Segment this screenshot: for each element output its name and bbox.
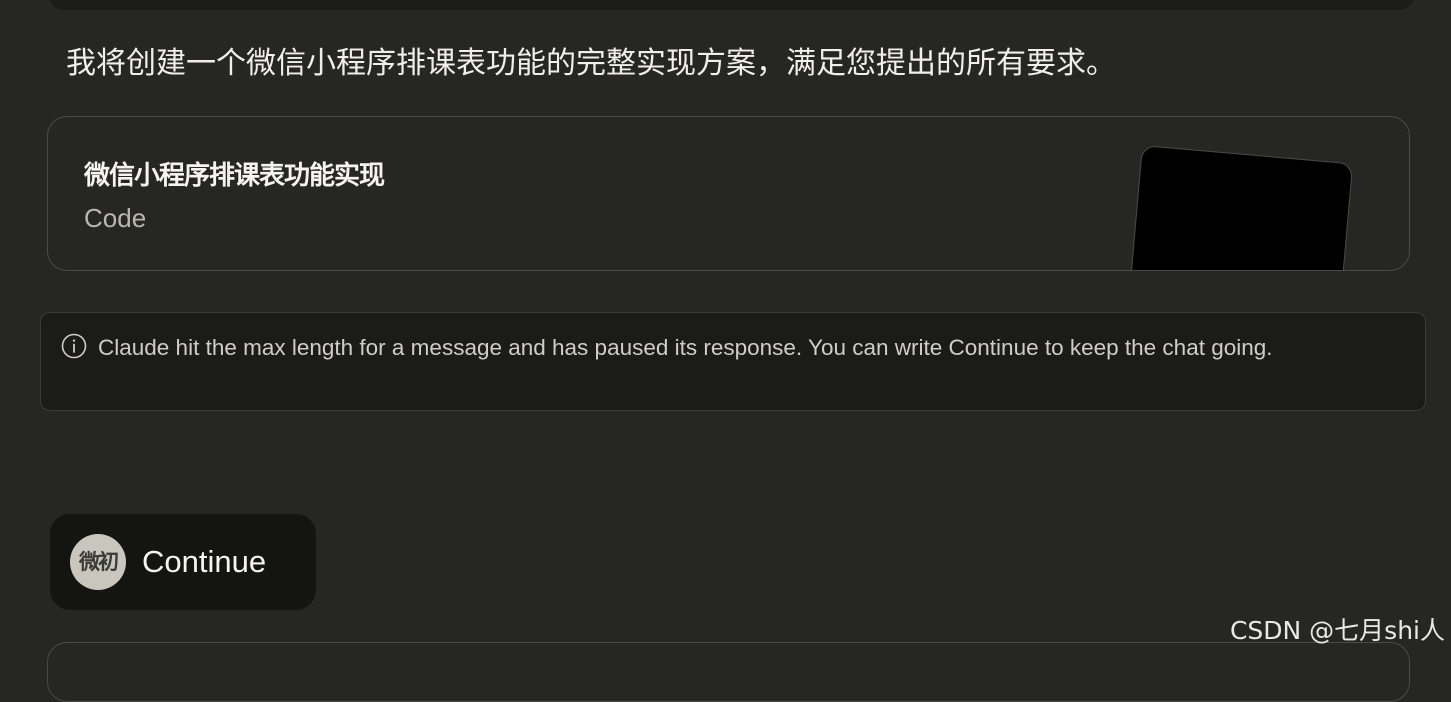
previous-message-bottom [48, 0, 1415, 10]
next-card-partial [47, 642, 1410, 702]
artifact-preview-thumbnail [1127, 145, 1354, 270]
user-avatar: 微初 [70, 534, 126, 590]
user-message-bubble: 微初 Continue [50, 514, 316, 610]
assistant-intro-text: 我将创建一个微信小程序排课表功能的完整实现方案，满足您提出的所有要求。 [66, 46, 1116, 81]
artifact-type-label: Code [84, 203, 147, 233]
user-message-text: Continue [142, 544, 267, 579]
info-icon [61, 333, 87, 359]
notice-text: Claude hit the max length for a message … [98, 335, 1273, 360]
max-length-notice: Claude hit the max length for a message … [40, 312, 1426, 411]
watermark: CSDN @七月shi人 [1229, 616, 1445, 645]
artifact-title: 微信小程序排课表功能实现 [84, 161, 385, 191]
artifact-card[interactable]: 微信小程序排课表功能实现 Code [47, 116, 1410, 271]
